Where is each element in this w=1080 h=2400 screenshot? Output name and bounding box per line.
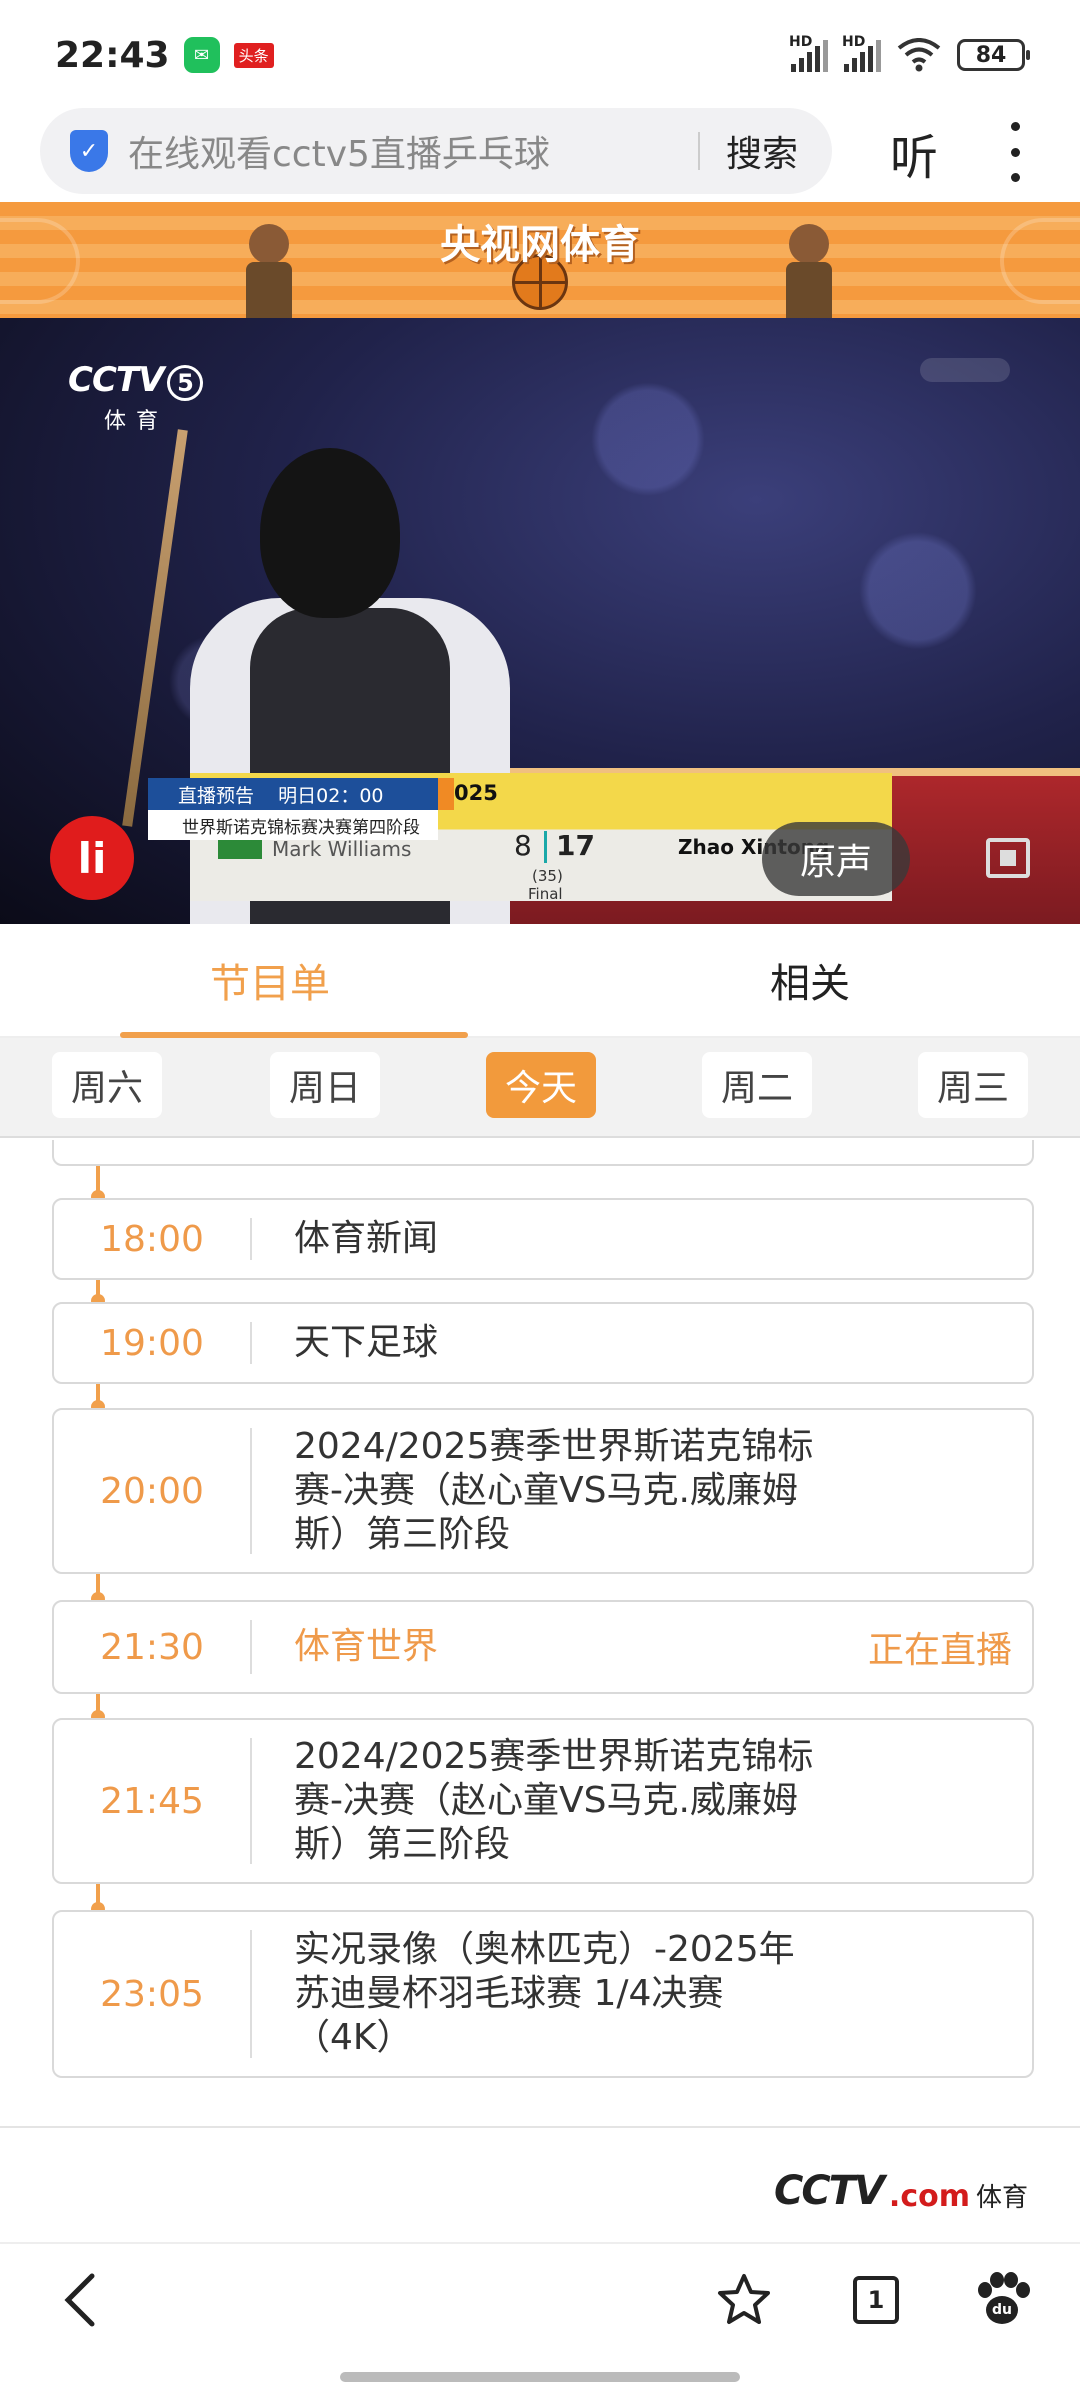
- day-saturday[interactable]: 周六: [52, 1052, 162, 1118]
- battery-icon: 84: [957, 39, 1030, 71]
- home-indicator[interactable]: [340, 2372, 740, 2382]
- divider: [698, 132, 700, 170]
- score-title: 025: [454, 781, 498, 805]
- day-wednesday[interactable]: 周三: [918, 1052, 1028, 1118]
- program-title: 实况录像（奥林匹克）-2025年苏迪曼杯羽毛球赛 1/4决赛（4K）: [294, 1929, 795, 2058]
- tabs-icon[interactable]: 1: [846, 2270, 906, 2330]
- program-title: 2024/2025赛季世界斯诺克锦标赛-决赛（赵心童VS马克.威廉姆斯）第三阶段: [294, 1736, 814, 1865]
- program-time: 23:05: [100, 1973, 204, 2015]
- tab-schedule[interactable]: 节目单: [0, 924, 540, 1038]
- list-item[interactable]: 18:00 体育新闻: [52, 1198, 1034, 1280]
- program-time: 21:45: [100, 1780, 204, 1822]
- video-player[interactable]: CCTV 5 体育 025 Mark Williams 8 17 (35) Fin…: [0, 318, 1080, 924]
- program-schedule: 18:00 体育新闻 19:00 天下足球 20:00 2024/2025赛季世…: [0, 1140, 1080, 2126]
- channel-logo: CCTV 5 体育: [68, 360, 204, 435]
- preview-label: 直播预告 明日02：00: [178, 784, 384, 807]
- player1-score: 8: [514, 829, 532, 862]
- wales-flag-icon: [218, 839, 262, 859]
- day-tuesday[interactable]: 周二: [702, 1052, 812, 1118]
- tab-related[interactable]: 相关: [540, 924, 1080, 1036]
- list-item-live[interactable]: 21:30 体育世界 正在直播: [52, 1600, 1034, 1694]
- program-time: 19:00: [100, 1322, 204, 1364]
- browser-bottom-nav: 1 du: [0, 2242, 1080, 2354]
- program-time: 21:30: [100, 1626, 204, 1668]
- page-footer: CCTV .com 体育: [0, 2126, 1080, 2241]
- program-title: 体育新闻: [294, 1218, 439, 1259]
- list-item[interactable]: [52, 1140, 1034, 1166]
- toutiao-notification-icon: 头条: [233, 42, 274, 68]
- listen-button[interactable]: 听: [890, 118, 938, 188]
- wifi-icon: [897, 38, 941, 72]
- program-time: 18:00: [100, 1218, 204, 1260]
- list-item[interactable]: 23:05 实况录像（奥林匹克）-2025年苏迪曼杯羽毛球赛 1/4决赛（4K）: [52, 1910, 1034, 2078]
- day-sunday[interactable]: 周日: [270, 1052, 380, 1118]
- score-divider: [544, 831, 547, 863]
- program-time: 20:00: [100, 1470, 204, 1512]
- browser-toolbar: ✓ 在线观看cctv5直播乒乓球 搜索 听: [0, 108, 1080, 196]
- frames-count: (35): [532, 867, 563, 885]
- wechat-icon: ✉: [183, 37, 220, 73]
- search-bar[interactable]: ✓ 在线观看cctv5直播乒乓球 搜索: [40, 108, 832, 194]
- cctv-com-sports-logo: CCTV .com 体育: [773, 2168, 1028, 2214]
- preview-title: 世界斯诺克锦标赛决赛第四阶段: [148, 810, 438, 840]
- program-title: 2024/2025赛季世界斯诺克锦标赛-决赛（赵心童VS马克.威廉姆斯）第三阶段: [294, 1426, 814, 1555]
- live-preview-overlay: 直播预告 明日02：00 世界斯诺克锦标赛决赛第四阶段: [148, 778, 454, 840]
- day-selector: 周六 周日 今天 周二 周三: [0, 1038, 1080, 1138]
- signal-1-icon: HD: [789, 34, 828, 72]
- sports-banner: 央视网体育: [0, 202, 1080, 318]
- original-audio-button[interactable]: 原声: [762, 822, 910, 896]
- watermark: [920, 358, 1010, 382]
- signal-2-icon: HD: [842, 34, 881, 72]
- player1-name: Mark Williams: [272, 837, 412, 861]
- clock: 22:43: [55, 34, 170, 76]
- player-logo-icon[interactable]: li: [50, 816, 134, 900]
- day-today[interactable]: 今天: [486, 1052, 596, 1118]
- live-now-badge: 正在直播: [867, 1630, 1012, 1671]
- search-input[interactable]: 在线观看cctv5直播乒乓球: [128, 125, 688, 177]
- content-tabs: 节目单 相关: [0, 924, 1080, 1038]
- list-item[interactable]: 20:00 2024/2025赛季世界斯诺克锦标赛-决赛（赵心童VS马克.威廉姆…: [52, 1408, 1034, 1574]
- fullscreen-icon[interactable]: [986, 838, 1030, 878]
- match-stage: Final: [528, 885, 563, 903]
- status-bar: 22:43 ✉ 头条 HD HD 84: [0, 0, 1080, 110]
- program-title: 天下足球: [294, 1322, 439, 1363]
- search-button[interactable]: 搜索: [726, 125, 798, 177]
- player2-score: 17: [556, 829, 595, 862]
- back-icon[interactable]: [50, 2270, 110, 2330]
- list-item[interactable]: 21:45 2024/2025赛季世界斯诺克锦标赛-决赛（赵心童VS马克.威廉姆…: [52, 1718, 1034, 1884]
- list-item[interactable]: 19:00 天下足球: [52, 1302, 1034, 1384]
- shield-check-icon: ✓: [70, 130, 108, 172]
- program-title: 体育世界: [294, 1626, 439, 1667]
- star-icon[interactable]: [714, 2270, 774, 2330]
- baidu-paw-icon[interactable]: du: [972, 2270, 1032, 2330]
- more-menu-icon[interactable]: [1000, 122, 1030, 182]
- banner-title: 央视网体育: [440, 222, 640, 268]
